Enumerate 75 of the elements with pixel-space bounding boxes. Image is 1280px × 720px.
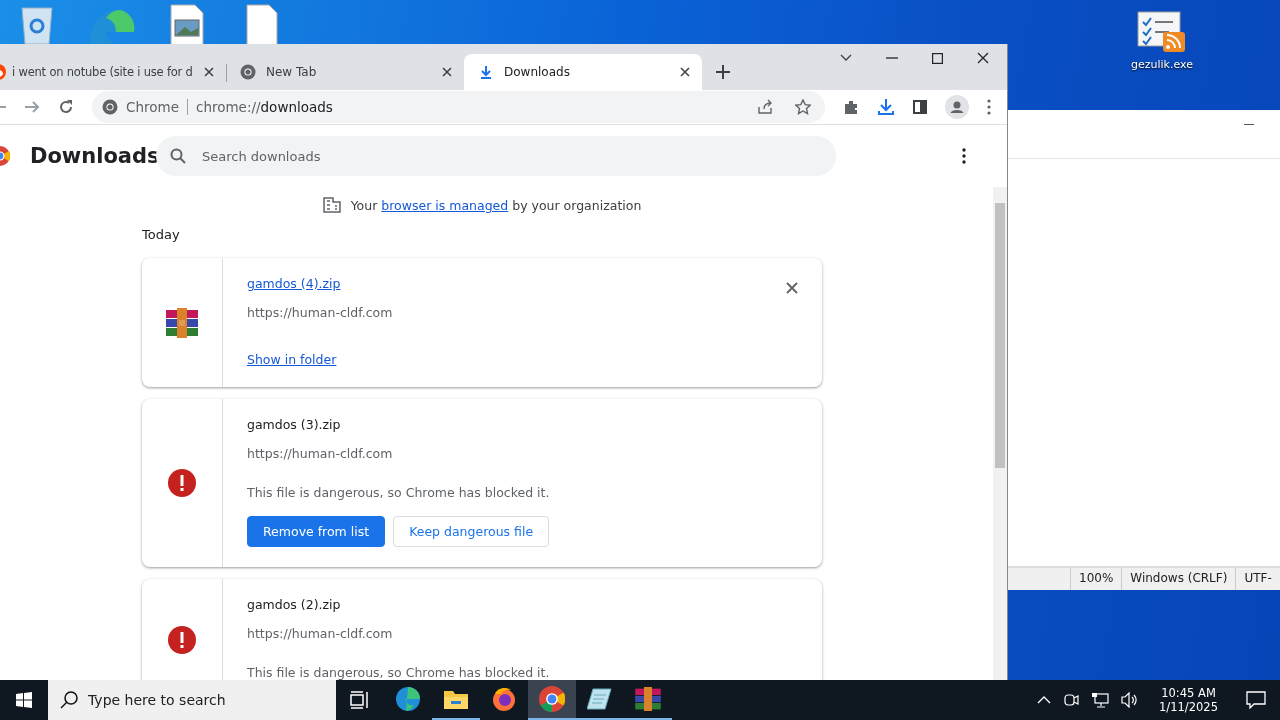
archive-icon (166, 307, 198, 338)
chevron-icon[interactable] (840, 54, 852, 62)
forward-arrow-icon[interactable] (24, 100, 40, 114)
error-icon (168, 625, 196, 654)
reload-icon[interactable] (58, 99, 74, 115)
chevron-up-icon[interactable] (1037, 696, 1052, 704)
status-bar-item: UTF- (1235, 568, 1280, 590)
clock-date[interactable]: 1/11/2025 (1159, 700, 1218, 714)
search-icon (60, 691, 78, 709)
warning-text: This file is dangerous, so Chrome has blocked it. (247, 485, 550, 500)
url-text: chrome://downloads (195, 99, 333, 115)
chrome-icon (102, 99, 118, 115)
warning-text: This file is dangerous, so Chrome has blocked it. (247, 665, 550, 680)
close-icon[interactable] (442, 67, 452, 77)
file-link[interactable]: gamdos (4).zip (247, 276, 341, 291)
source-url: https://human-cldf.com (247, 446, 393, 461)
profile-icon[interactable] (945, 95, 969, 119)
source-url: https://human-cldf.com (247, 305, 393, 320)
status-bar-item: 100% (1070, 568, 1122, 590)
scrollbar[interactable] (993, 187, 1007, 680)
desktop-icon-label[interactable]: gezulik.exe (1131, 58, 1193, 71)
more-icon[interactable] (987, 99, 991, 115)
star-icon[interactable] (795, 99, 811, 115)
file-name: gamdos (3).zip (247, 417, 341, 432)
puzzle-icon[interactable] (843, 99, 859, 115)
volume-icon[interactable] (1121, 692, 1140, 708)
source-url: https://human-cldf.com (247, 626, 393, 641)
close-icon[interactable] (977, 52, 989, 64)
task-view-icon[interactable] (350, 691, 370, 709)
close-icon[interactable] (786, 282, 798, 294)
windows-start-icon[interactable] (16, 692, 32, 708)
file-icon[interactable] (246, 4, 278, 46)
checklist-feed-icon[interactable] (1137, 10, 1187, 54)
side-panel-icon[interactable] (913, 100, 927, 114)
keep-button[interactable]: Keep dangerous file (393, 516, 550, 547)
building-icon (322, 197, 341, 213)
download-icon (478, 64, 494, 80)
camera-icon[interactable] (1063, 692, 1080, 708)
remove-button[interactable]: Remove from list (247, 516, 386, 547)
search-icon (170, 148, 186, 164)
close-icon[interactable] (204, 67, 214, 77)
image-file-icon[interactable] (170, 4, 204, 46)
browser-tab[interactable]: i went on notube (site i use for d (0, 54, 226, 90)
more-icon[interactable] (962, 148, 966, 164)
folder-icon (443, 688, 469, 710)
maximize-icon[interactable] (932, 52, 943, 64)
chrome-icon (539, 686, 565, 712)
download-icon[interactable] (877, 98, 895, 116)
managed-link[interactable]: browser is managed (381, 197, 509, 213)
address-bar[interactable]: Chrome chrome://downloads (92, 91, 825, 123)
site-label: Chrome (126, 99, 179, 115)
taskbar-search-field[interactable]: Type here to search (48, 680, 336, 720)
chrome-taskbar-button[interactable] (528, 680, 576, 720)
edge-icon (395, 686, 421, 712)
page-title: Downloads (30, 144, 156, 168)
notepad-icon (587, 687, 613, 711)
browser-tab[interactable]: Downloads (464, 54, 702, 90)
date-heading: Today (142, 227, 181, 242)
share-icon[interactable] (757, 99, 773, 115)
recycle-bin-icon[interactable] (18, 4, 56, 44)
clock-time[interactable]: 10:45 AM (1161, 686, 1216, 700)
network-icon[interactable] (1091, 692, 1110, 708)
plus-icon[interactable] (716, 65, 730, 79)
chrome-icon (240, 64, 256, 80)
firefox-icon (491, 686, 517, 712)
managed-notice: Your browser is managed by your organization (350, 197, 642, 213)
file-name: gamdos (2).zip (247, 597, 341, 612)
close-icon[interactable] (680, 67, 690, 77)
show-in-folder-link[interactable]: Show in folder (247, 352, 337, 367)
status-bar-item: Windows (CRLF) (1121, 568, 1236, 590)
search-field[interactable]: Search downloads (156, 136, 836, 176)
error-icon (168, 469, 196, 497)
browser-tab[interactable]: New Tab (226, 54, 464, 90)
archive-icon (635, 687, 661, 711)
notification-icon[interactable] (1246, 691, 1266, 709)
